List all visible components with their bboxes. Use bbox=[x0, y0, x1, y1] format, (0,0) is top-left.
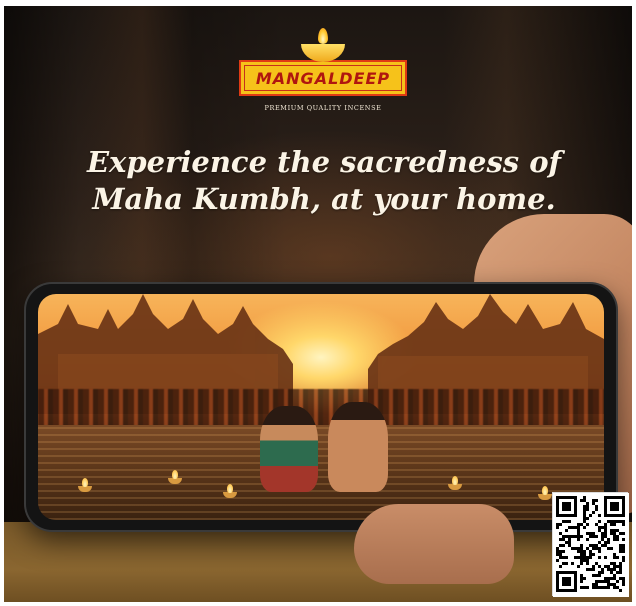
table-surface bbox=[4, 522, 632, 602]
river-water bbox=[38, 425, 604, 520]
advertisement-banner: MANGALDEEP PREMIUM QUALITY INCENSE Exper… bbox=[4, 6, 632, 602]
qr-code-icon[interactable] bbox=[552, 492, 629, 597]
devotee-woman bbox=[260, 406, 318, 492]
brand-name: MANGALDEEP bbox=[255, 68, 391, 88]
thumb bbox=[354, 504, 514, 584]
headline-line-1: Experience the sacredness of bbox=[86, 145, 562, 179]
brand-tagline: PREMIUM QUALITY INCENSE bbox=[264, 104, 382, 112]
headline-line-2: Maha Kumbh, at your home. bbox=[92, 182, 556, 216]
phone-screen-image bbox=[38, 294, 604, 520]
logo-badge: MANGALDEEP bbox=[239, 60, 407, 96]
devotee-man bbox=[328, 402, 388, 492]
diya-lamp-icon bbox=[293, 28, 353, 62]
smartphone bbox=[26, 284, 616, 530]
qr-code-graphic bbox=[553, 493, 629, 597]
headline: Experience the sacredness of Maha Kumbh,… bbox=[64, 144, 584, 218]
brand-logo: MANGALDEEP PREMIUM QUALITY INCENSE bbox=[238, 28, 408, 112]
